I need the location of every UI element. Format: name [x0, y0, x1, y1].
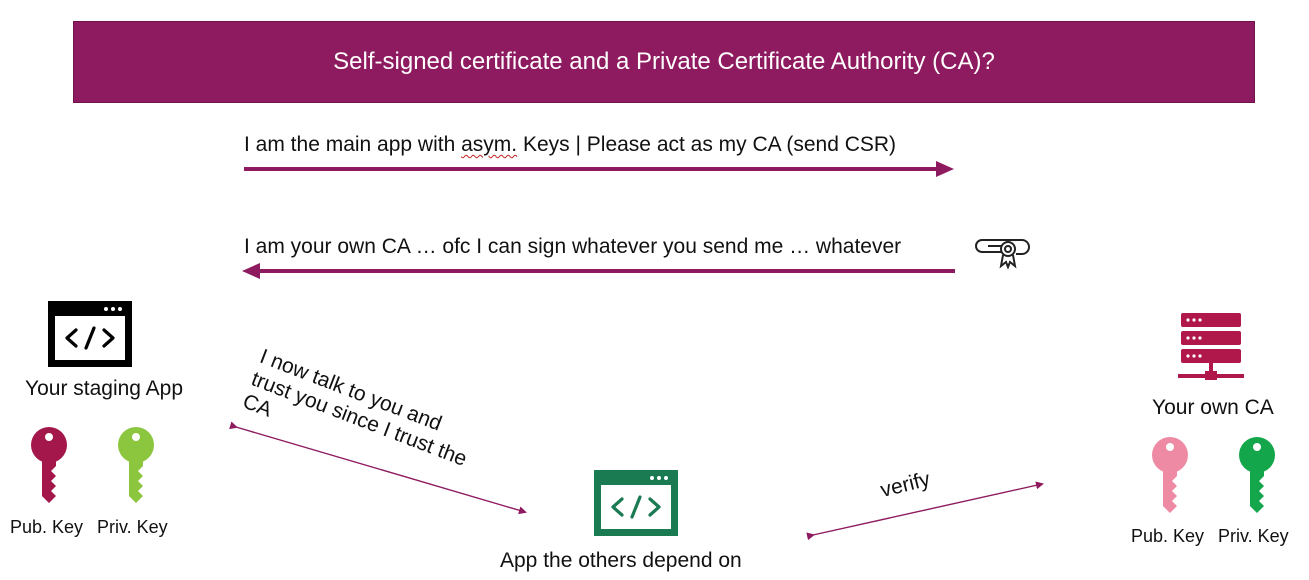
- csr-request-arrow: [244, 161, 954, 177]
- ca-public-key-icon: [1152, 437, 1188, 513]
- certificate-icon: [975, 239, 1030, 270]
- staging-public-key-icon: [31, 427, 67, 503]
- dependent-app-icon: [594, 470, 678, 536]
- verify-edge-arrow: [806, 481, 1044, 541]
- diagram-graphics: [31, 161, 1275, 541]
- staging-private-key-icon: [118, 427, 154, 503]
- ca-private-key-icon: [1239, 437, 1275, 513]
- server-icon: [1178, 313, 1244, 380]
- trust-edge-arrow: [229, 421, 527, 515]
- staging-app-icon: [48, 301, 132, 367]
- ca-response-arrow: [242, 263, 955, 279]
